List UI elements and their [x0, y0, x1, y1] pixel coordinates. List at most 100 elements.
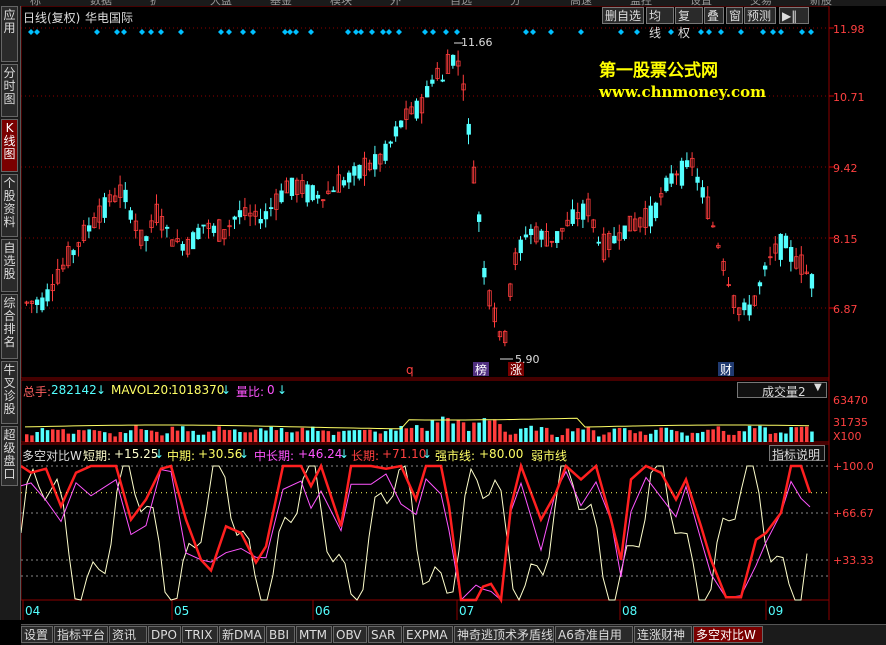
volume-bar — [586, 427, 591, 442]
volume-bar — [685, 435, 689, 442]
sidebar-tab[interactable]: 综合排名 — [1, 294, 18, 359]
candle-body — [664, 177, 669, 192]
toolbar-button[interactable]: 预测 — [744, 7, 776, 24]
toolbar-button[interactable]: 窗 — [726, 7, 743, 24]
volume-bar — [643, 434, 648, 442]
indicator-tick-label: +100.0 — [833, 460, 874, 473]
volume-bar — [82, 430, 86, 442]
indicator-tab[interactable]: 资讯 — [109, 626, 147, 643]
volume-bar — [40, 428, 45, 442]
volume-bar — [259, 428, 263, 442]
sidebar-tab[interactable]: 应用 — [1, 6, 18, 62]
volume-bar — [113, 436, 117, 442]
weak-label: 弱市线 — [531, 449, 568, 463]
candle-body — [612, 235, 617, 244]
volume-bar — [201, 434, 206, 442]
signal-diamond — [250, 29, 256, 35]
indicator-tab[interactable]: DPO — [148, 626, 181, 643]
signal-diamond — [148, 29, 154, 35]
indicator-tab[interactable]: 设置 — [21, 626, 53, 643]
sidebar-tab[interactable]: 牛叉诊股 — [1, 361, 18, 424]
candle-body — [331, 190, 336, 193]
indicator-tab[interactable]: EXPMA — [403, 626, 453, 643]
volume-bar — [404, 428, 409, 442]
indicator-tab[interactable]: 连涨财神 — [634, 626, 692, 643]
signal-diamond — [287, 29, 293, 35]
indicator-tab[interactable]: A6奇准自用 — [555, 626, 633, 643]
sidebar-tab[interactable]: 分时图 — [1, 64, 18, 117]
toolbar-button[interactable]: 删自选 — [602, 7, 644, 24]
indicator-tick-label: +66.67 — [833, 507, 874, 520]
volume-tick-label: X100 — [833, 430, 862, 443]
event-marker: 榜 — [475, 362, 487, 377]
volume-bar — [768, 433, 773, 442]
volume-bar — [628, 430, 632, 442]
month-label: 07 — [459, 604, 474, 618]
indicator-tab[interactable]: 新DMA — [219, 626, 265, 643]
indicator-tab[interactable]: OBV — [333, 626, 367, 643]
candle-body — [763, 265, 768, 270]
signal-diamond — [158, 29, 164, 35]
indicator-tab[interactable]: 指标平台 — [54, 626, 108, 643]
long-value: +71.10 — [382, 447, 427, 461]
signal-diamond — [396, 29, 402, 35]
indicator-tab[interactable]: MTM — [296, 626, 332, 643]
sidebar-tab[interactable]: 自选股 — [1, 239, 18, 292]
volume-bar — [571, 431, 575, 442]
indicator-tab[interactable]: TRIX — [182, 626, 218, 643]
candle-body — [211, 225, 217, 233]
candle-body — [196, 227, 201, 240]
month-label: 06 — [315, 604, 330, 618]
sidebar-tab[interactable]: 个股资料 — [1, 174, 18, 237]
toolbar-button[interactable]: 复权 — [675, 7, 703, 40]
volume-bar — [368, 429, 372, 442]
volume-bar — [545, 427, 549, 442]
down-arrow-icon: ↓ — [239, 447, 250, 461]
volume-bar — [763, 427, 767, 442]
indicator-tab[interactable]: 多空对比W — [693, 626, 763, 643]
midlong-label: 中长期: — [254, 449, 295, 463]
volume-bar — [524, 427, 528, 442]
volume-bar — [186, 431, 190, 442]
expand-icon[interactable]: ▶‖ — [779, 7, 809, 24]
candle-body — [476, 214, 482, 222]
indicator-tick-label: +33.33 — [833, 554, 874, 567]
volume-bar — [66, 433, 71, 442]
sidebar-tab[interactable]: 超级盘口 — [1, 426, 18, 486]
volume-bar — [77, 429, 81, 442]
volume-bar — [810, 431, 814, 442]
event-marker: q — [406, 363, 414, 377]
event-marker: 财 — [720, 363, 732, 377]
signal-diamond — [698, 29, 704, 35]
toolbar-button[interactable]: 叠 — [704, 7, 724, 24]
indicator-tab[interactable]: 神奇逃顶术矛盾线 — [454, 626, 554, 643]
indicator-tab[interactable]: SAR — [368, 626, 402, 643]
volume-bar — [217, 426, 221, 442]
volume-indicator-select[interactable]: 成交量2 ▼ — [737, 382, 827, 399]
candle-body — [180, 243, 185, 251]
candle-body — [450, 54, 456, 66]
candle-body — [482, 267, 487, 278]
indicator-help-button[interactable]: 指标说明 — [769, 445, 825, 462]
candle-body — [669, 173, 674, 184]
sidebar-tab[interactable]: K线图 — [1, 119, 18, 172]
volume-bar — [160, 435, 164, 442]
signal-diamond — [218, 29, 224, 35]
volume-bar — [654, 429, 658, 442]
signal-diamond — [293, 29, 299, 35]
month-label: 08 — [622, 604, 637, 618]
down-arrow-icon: ↓ — [277, 383, 288, 397]
signal-diamond — [369, 29, 375, 35]
ratio-value: 0 — [267, 383, 275, 397]
volume-bar — [669, 429, 674, 442]
candle-body — [648, 205, 653, 227]
volume-tick-label: 31735 — [833, 416, 868, 429]
toolbar-button[interactable]: 均线 — [646, 7, 674, 40]
stock-name: 华电国际 — [85, 11, 134, 25]
candle-body — [596, 241, 601, 244]
volume-bar — [373, 431, 377, 442]
signal-diamond — [94, 29, 100, 35]
strong-value: +80.00 — [479, 447, 524, 461]
indicator-tab[interactable]: BBI — [266, 626, 295, 643]
volume-bar — [602, 434, 606, 442]
